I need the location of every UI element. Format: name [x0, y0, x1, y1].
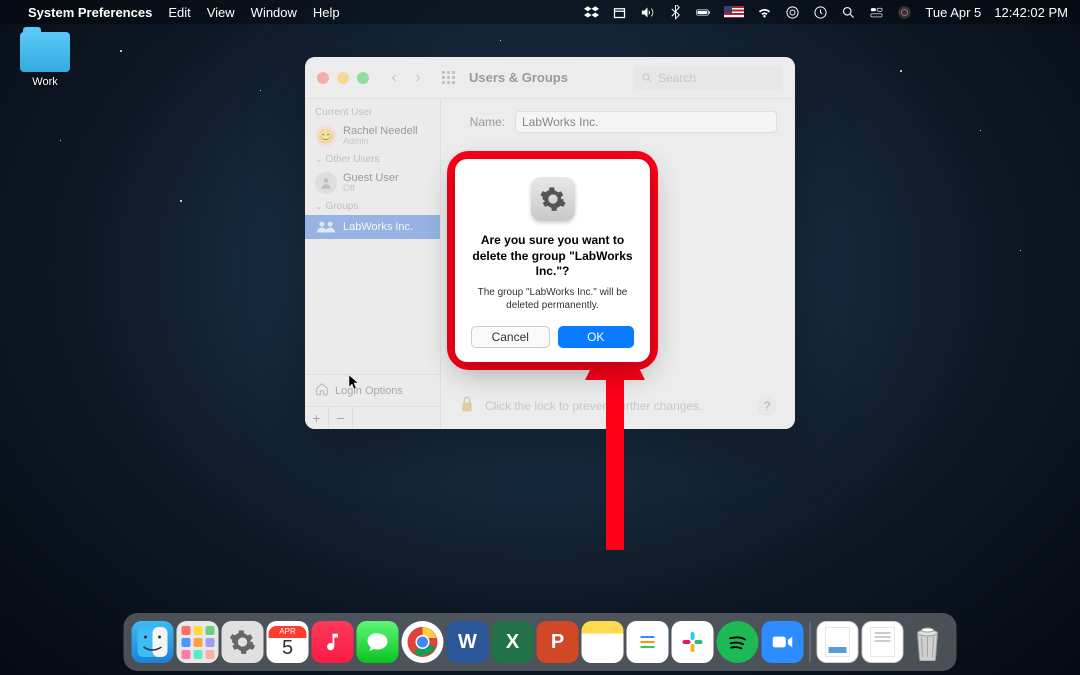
dock: APR5 W X P	[124, 613, 957, 671]
window-zoom-button[interactable]	[357, 72, 369, 84]
folder-icon	[20, 32, 70, 72]
dock-powerpoint[interactable]: P	[537, 621, 579, 663]
cancel-button[interactable]: Cancel	[471, 326, 550, 348]
dock-music[interactable]	[312, 621, 354, 663]
dock-notes[interactable]	[582, 621, 624, 663]
window-title: Users & Groups	[469, 70, 568, 85]
window-minimize-button[interactable]	[337, 72, 349, 84]
menubar-time[interactable]: 12:42:02 PM	[994, 5, 1068, 20]
help-button[interactable]: ?	[757, 396, 777, 416]
show-all-button[interactable]	[437, 67, 459, 89]
group-name: LabWorks Inc.	[343, 221, 413, 233]
menu-edit[interactable]: Edit	[168, 5, 190, 20]
group-icon	[315, 219, 337, 235]
dropbox-icon[interactable]	[584, 5, 599, 20]
dock-chrome[interactable]	[402, 621, 444, 663]
bluetooth-icon[interactable]	[668, 5, 683, 20]
control-center-icon[interactable]	[869, 5, 884, 20]
current-user-header: Current User	[305, 104, 440, 121]
desktop-folder-work[interactable]: Work	[15, 32, 75, 88]
menubar: System Preferences Edit View Window Help…	[0, 0, 1080, 24]
dock-messages[interactable]	[357, 621, 399, 663]
other-users-header: ⌄Other Users	[305, 151, 440, 168]
clock-icon[interactable]	[813, 5, 828, 20]
guest-user-status: Off	[343, 184, 399, 194]
dialog-title: Are you sure you want to delete the grou…	[471, 233, 634, 280]
dock-separator	[810, 622, 811, 662]
dock-system-preferences[interactable]	[222, 621, 264, 663]
menubar-date[interactable]: Tue Apr 5	[925, 5, 981, 20]
wifi-icon[interactable]	[757, 5, 772, 20]
avatar-icon	[315, 172, 337, 194]
dock-word[interactable]: W	[447, 621, 489, 663]
nav-back-button[interactable]: ‹	[383, 67, 405, 89]
current-user-role: Admin	[343, 137, 418, 147]
dock-zoom[interactable]	[762, 621, 804, 663]
nav-forward-button[interactable]: ›	[407, 67, 429, 89]
dock-calendar[interactable]: APR5	[267, 621, 309, 663]
home-icon	[315, 382, 329, 399]
name-label: Name:	[459, 115, 505, 129]
box-icon[interactable]	[612, 5, 627, 20]
confirm-dialog: Are you sure you want to delete the grou…	[455, 159, 650, 362]
users-sidebar: Current User 😊 Rachel Needell Admin ⌄Oth…	[305, 99, 441, 429]
avatar-icon: 😊	[315, 125, 337, 147]
lock-icon[interactable]	[459, 394, 475, 417]
search-input[interactable]: Search	[633, 66, 783, 90]
menu-window[interactable]: Window	[251, 5, 297, 20]
add-button[interactable]: +	[305, 407, 329, 429]
groups-header: ⌄Groups	[305, 198, 440, 215]
dock-finder[interactable]	[132, 621, 174, 663]
siri-icon[interactable]	[897, 5, 912, 20]
dock-slack[interactable]	[672, 621, 714, 663]
dock-spotify[interactable]	[717, 621, 759, 663]
login-options-button[interactable]: Login Options	[305, 374, 440, 406]
dock-excel[interactable]: X	[492, 621, 534, 663]
dock-trash[interactable]	[907, 621, 949, 663]
menu-help[interactable]: Help	[313, 5, 340, 20]
group-row-labworks[interactable]: LabWorks Inc.	[305, 215, 440, 239]
input-flag-icon[interactable]	[724, 6, 744, 18]
volume-icon[interactable]	[640, 5, 655, 20]
dock-launchpad[interactable]	[177, 621, 219, 663]
app-menu[interactable]: System Preferences	[28, 5, 152, 20]
desktop-folder-label: Work	[15, 76, 75, 88]
airplay-icon[interactable]	[785, 5, 800, 20]
cursor-icon	[349, 375, 361, 394]
ok-button[interactable]: OK	[558, 326, 635, 348]
login-options-label: Login Options	[335, 385, 403, 397]
current-user-row[interactable]: 😊 Rachel Needell Admin	[305, 121, 440, 151]
battery-icon[interactable]	[696, 5, 711, 20]
guest-user-row[interactable]: Guest User Off	[305, 168, 440, 198]
name-input[interactable]	[515, 111, 777, 133]
search-placeholder: Search	[658, 71, 696, 85]
gear-icon	[531, 177, 575, 221]
dialog-message: The group "LabWorks Inc." will be delete…	[471, 286, 634, 312]
spotlight-icon[interactable]	[841, 5, 856, 20]
menu-view[interactable]: View	[207, 5, 235, 20]
window-close-button[interactable]	[317, 72, 329, 84]
dock-recent-doc-1[interactable]	[817, 621, 859, 663]
dock-reminders[interactable]	[627, 621, 669, 663]
dock-recent-doc-2[interactable]	[862, 621, 904, 663]
window-titlebar: ‹ › Users & Groups Search	[305, 57, 795, 99]
remove-button[interactable]: −	[329, 407, 353, 429]
